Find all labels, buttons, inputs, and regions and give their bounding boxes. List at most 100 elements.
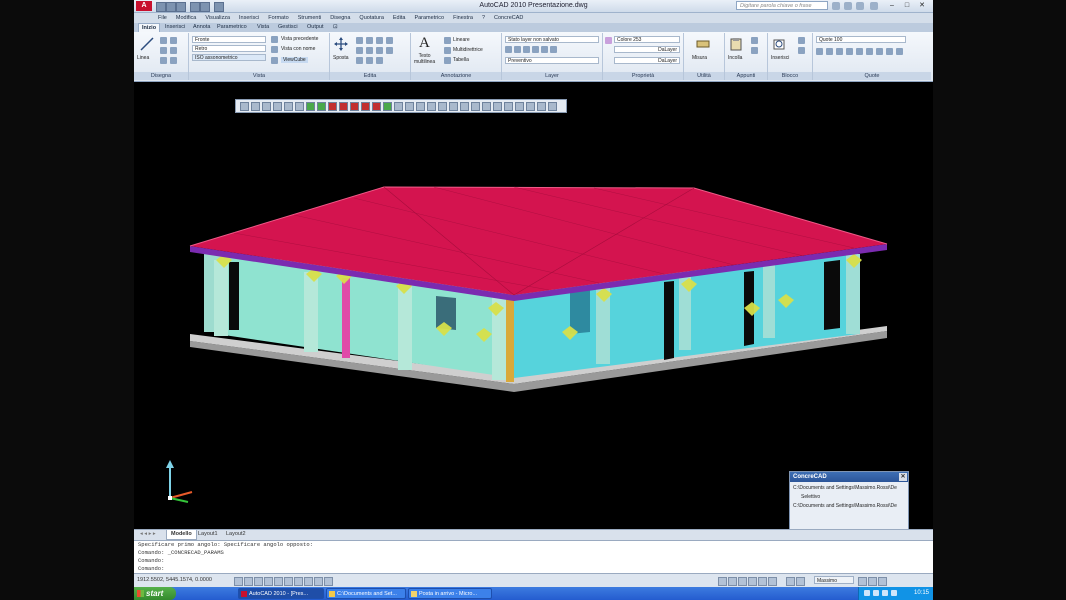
menu-help[interactable]: ? [482,13,485,23]
toolbar-tool-9-icon[interactable] [328,102,337,111]
tab-annota[interactable]: Annota [190,23,213,32]
update-icon[interactable] [891,590,897,596]
toolbar-tool-11-icon[interactable] [350,102,359,111]
table-icon[interactable] [444,57,451,64]
toolbar-tool-10-icon[interactable] [339,102,348,111]
polar-toggle-icon[interactable] [264,577,273,586]
layer-isolate-icon[interactable] [523,46,530,53]
toolbar-tool-22-icon[interactable] [471,102,480,111]
view-option-retro[interactable]: Retro [192,45,266,52]
scale-icon[interactable] [356,57,363,64]
toolbar-tool-1-icon[interactable] [240,102,249,111]
trim-icon[interactable] [366,37,373,44]
tab-output[interactable]: Output [304,23,327,32]
stretch-icon[interactable] [386,47,393,54]
tab-extra[interactable]: ⊡ [330,23,341,32]
menu-finestra[interactable]: Finestra [453,13,473,23]
menu-disegna[interactable]: Disegna [330,13,350,23]
pan-icon[interactable] [738,577,747,586]
rectangle-icon[interactable] [170,47,177,54]
named-view-icon[interactable] [271,46,278,53]
communication-icon[interactable] [844,2,852,10]
clean-screen-icon[interactable] [878,577,887,586]
incolla-button[interactable]: Incolla [728,55,742,61]
tab-modello[interactable]: Modello [166,530,197,540]
toolbar-tool-28-icon[interactable] [537,102,546,111]
dim-angular-icon[interactable] [836,48,843,55]
panel-title-disegna[interactable]: Disegna [134,72,188,80]
security-icon[interactable] [882,590,888,596]
toolbar-tool-14-icon[interactable] [383,102,392,111]
dim-continue-icon[interactable] [876,48,883,55]
ortho-toggle-icon[interactable] [254,577,263,586]
menu-formato[interactable]: Formato [268,13,288,23]
sposta-button[interactable]: Sposta [333,55,349,61]
circle-icon[interactable] [170,37,177,44]
qp-toggle-icon[interactable] [324,577,333,586]
dimension-style-select[interactable]: Quote 100 [816,36,906,43]
panel-title-annotazione[interactable]: Annotazione [411,72,501,80]
osnap-toggle-icon[interactable] [274,577,283,586]
panel-title-utilita[interactable]: Utilità [684,72,724,80]
workspace-select[interactable]: Massimo [814,576,854,584]
steeringwheel-icon[interactable] [758,577,767,586]
dim-radius-icon[interactable] [846,48,853,55]
erase-icon[interactable] [376,37,383,44]
menu-concrecad[interactable]: ConcreCAD [494,13,523,23]
search-icon[interactable] [832,2,840,10]
layer-off-icon[interactable] [514,46,521,53]
panel-title-proprieta[interactable]: Proprietà [603,72,683,80]
lineweight-select[interactable]: DaLayer [614,57,680,64]
showmotion-icon[interactable] [768,577,777,586]
menu-inserisci[interactable]: Inserisci [239,13,259,23]
toolbar-tool-19-icon[interactable] [438,102,447,111]
layer-match-icon[interactable] [550,46,557,53]
view-option-fronte[interactable]: Fronte [192,36,266,43]
inserisci-button[interactable]: Inserisci [771,55,789,61]
toolbar-tool-27-icon[interactable] [526,102,535,111]
toolbar-tool-26-icon[interactable] [515,102,524,111]
toolbar-tool-8-icon[interactable] [317,102,326,111]
rotate-icon[interactable] [356,37,363,44]
linea-button[interactable]: Linea [137,55,149,61]
previous-view-icon[interactable] [271,36,278,43]
help-icon[interactable] [870,2,878,10]
volume-icon[interactable] [873,590,879,596]
ducs-toggle-icon[interactable] [294,577,303,586]
edit-block-icon[interactable] [798,47,805,54]
toolbar-tool-13-icon[interactable] [372,102,381,111]
tab-inizio[interactable]: Inizio [138,23,161,32]
toolbar-tool-5-icon[interactable] [284,102,293,111]
annotation-scale-icon[interactable] [786,577,795,586]
offset-icon[interactable] [376,57,383,64]
panel-title-appunti[interactable]: Appunti [725,72,767,80]
task-explorer[interactable]: C:\Documents and Set... [326,588,406,599]
dim-diameter-icon[interactable] [856,48,863,55]
minimize-button[interactable]: – [886,1,898,11]
vista-con-nome-button[interactable]: Vista con nome [281,46,315,52]
toolbar-tool-24-icon[interactable] [493,102,502,111]
isolate-objects-icon[interactable] [868,577,877,586]
paste-icon[interactable] [729,37,743,51]
toolbar-lock-icon[interactable] [858,577,867,586]
vista-precedente-button[interactable]: Vista precedente [281,36,318,42]
menu-strumenti[interactable]: Strumenti [298,13,322,23]
close-button[interactable]: ✕ [916,1,928,11]
toolbar-tool-6-icon[interactable] [295,102,304,111]
move-icon[interactable] [334,37,348,51]
command-window[interactable]: Specificare primo angolo: Specificare an… [134,540,933,573]
search-input[interactable]: Digitare parola chiave o frase [736,1,828,10]
start-button[interactable]: start [134,587,176,600]
dim-update-icon[interactable] [896,48,903,55]
toolbar-tool-2-icon[interactable] [251,102,260,111]
insert-block-icon[interactable] [772,37,786,51]
task-outlook[interactable]: Posta in arrivo - Micro... [408,588,492,599]
polyline-icon[interactable] [160,37,167,44]
menu-edita[interactable]: Edita [393,13,406,23]
arc-icon[interactable] [160,47,167,54]
panel-title-edita[interactable]: Edita [330,72,410,80]
palette-item[interactable]: C:\Documents and Settings\Massimo.Rossi\… [793,503,905,509]
toolbar-tool-29-icon[interactable] [548,102,557,111]
task-autocad[interactable]: AutoCAD 2010 - [Pres... [238,588,324,599]
viewcube-icon[interactable] [271,57,278,64]
